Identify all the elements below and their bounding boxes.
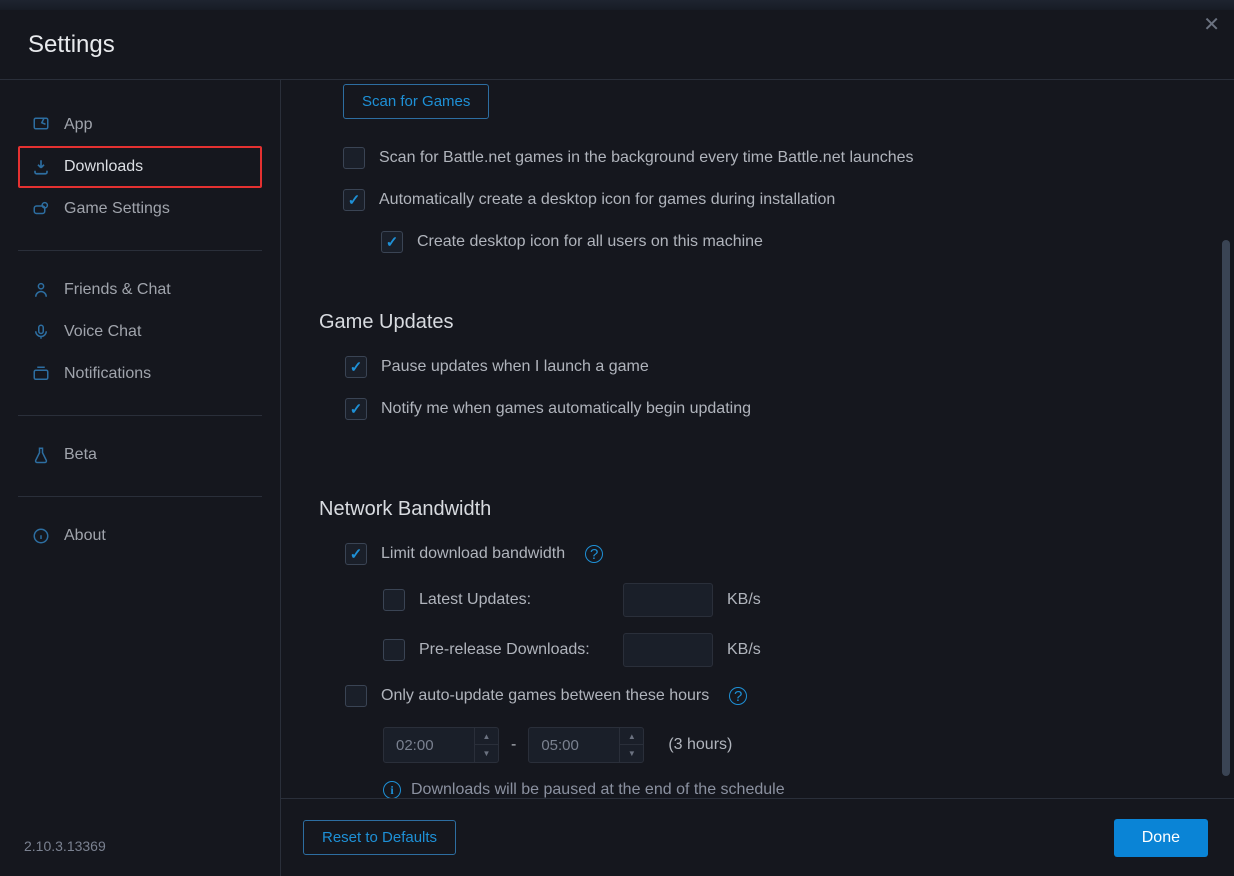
- kbps-unit: KB/s: [727, 641, 761, 659]
- help-icon[interactable]: ?: [729, 687, 747, 705]
- divider: [18, 496, 262, 497]
- sidebar-label: Friends & Chat: [64, 281, 171, 299]
- hours-note: (3 hours): [668, 736, 732, 754]
- time-end-value: 05:00: [529, 729, 619, 762]
- sidebar-item-about[interactable]: About: [18, 515, 262, 557]
- latest-updates-input[interactable]: [623, 583, 713, 617]
- auto-desktop-icon-label: Automatically create a desktop icon for …: [379, 191, 835, 209]
- main-panel: Scan for Games Scan for Battle.net games…: [281, 80, 1234, 876]
- sidebar-label: Downloads: [64, 158, 143, 176]
- settings-header: Settings ✕: [0, 10, 1234, 80]
- sidebar-label: Voice Chat: [64, 323, 141, 341]
- time-separator: -: [511, 736, 516, 754]
- microphone-icon: [32, 323, 50, 341]
- version-label: 2.10.3.13369: [0, 838, 280, 876]
- info-icon: i: [383, 781, 401, 798]
- scrollbar-thumb[interactable]: [1222, 240, 1230, 776]
- sidebar-item-voice[interactable]: Voice Chat: [18, 311, 262, 353]
- notifications-icon: [32, 365, 50, 383]
- reset-defaults-button[interactable]: Reset to Defaults: [303, 820, 456, 855]
- done-button[interactable]: Done: [1114, 819, 1208, 857]
- pause-updates-checkbox[interactable]: [345, 356, 367, 378]
- top-strip: [0, 0, 1234, 10]
- prerelease-checkbox[interactable]: [383, 639, 405, 661]
- game-updates-title: Game Updates: [319, 311, 1186, 334]
- close-icon[interactable]: ✕: [1203, 12, 1220, 37]
- sidebar-label: Notifications: [64, 365, 151, 383]
- desktop-icon-all-users-checkbox[interactable]: [381, 231, 403, 253]
- app-icon: [32, 116, 50, 134]
- scan-games-button[interactable]: Scan for Games: [343, 84, 489, 119]
- help-icon[interactable]: ?: [585, 545, 603, 563]
- sidebar-label: App: [64, 116, 92, 134]
- page-title: Settings: [28, 31, 115, 59]
- desktop-icon-all-users-label: Create desktop icon for all users on thi…: [417, 233, 763, 251]
- flask-icon: [32, 446, 50, 464]
- sidebar-item-notifications[interactable]: Notifications: [18, 353, 262, 395]
- auto-update-hours-label: Only auto-update games between these hou…: [381, 687, 709, 705]
- divider: [18, 250, 262, 251]
- sidebar-item-game-settings[interactable]: Game Settings: [18, 188, 262, 230]
- spinner-up-icon[interactable]: ▲: [475, 728, 498, 745]
- scan-background-checkbox[interactable]: [343, 147, 365, 169]
- time-start-field[interactable]: 02:00 ▲ ▼: [383, 727, 499, 763]
- download-icon: [32, 158, 50, 176]
- sidebar-item-beta[interactable]: Beta: [18, 434, 262, 476]
- sidebar-label: Beta: [64, 446, 97, 464]
- footer: Reset to Defaults Done: [281, 798, 1234, 876]
- latest-updates-checkbox[interactable]: [383, 589, 405, 611]
- sidebar-item-app[interactable]: App: [18, 104, 262, 146]
- spinner-up-icon[interactable]: ▲: [620, 728, 643, 745]
- time-end-field[interactable]: 05:00 ▲ ▼: [528, 727, 644, 763]
- sidebar-label: About: [64, 527, 106, 545]
- spinner-down-icon[interactable]: ▼: [475, 745, 498, 762]
- friends-icon: [32, 281, 50, 299]
- latest-updates-label: Latest Updates:: [419, 591, 609, 609]
- limit-bandwidth-label: Limit download bandwidth: [381, 545, 565, 563]
- scan-background-label: Scan for Battle.net games in the backgro…: [379, 149, 914, 167]
- pause-updates-label: Pause updates when I launch a game: [381, 358, 649, 376]
- divider: [18, 415, 262, 416]
- notify-updates-label: Notify me when games automatically begin…: [381, 400, 751, 418]
- notify-updates-checkbox[interactable]: [345, 398, 367, 420]
- kbps-unit: KB/s: [727, 591, 761, 609]
- info-icon: [32, 527, 50, 545]
- time-start-value: 02:00: [384, 729, 474, 762]
- auto-update-hours-checkbox[interactable]: [345, 685, 367, 707]
- bandwidth-title: Network Bandwidth: [319, 498, 1186, 521]
- sidebar-item-downloads[interactable]: Downloads: [18, 146, 262, 188]
- schedule-info-text: Downloads will be paused at the end of t…: [411, 781, 785, 798]
- spinner-down-icon[interactable]: ▼: [620, 745, 643, 762]
- sidebar-item-friends[interactable]: Friends & Chat: [18, 269, 262, 311]
- prerelease-label: Pre-release Downloads:: [419, 641, 609, 659]
- sidebar-label: Game Settings: [64, 200, 170, 218]
- prerelease-input[interactable]: [623, 633, 713, 667]
- game-settings-icon: [32, 200, 50, 218]
- auto-desktop-icon-checkbox[interactable]: [343, 189, 365, 211]
- sidebar: App Downloads Game Settings Frie: [0, 80, 281, 876]
- limit-bandwidth-checkbox[interactable]: [345, 543, 367, 565]
